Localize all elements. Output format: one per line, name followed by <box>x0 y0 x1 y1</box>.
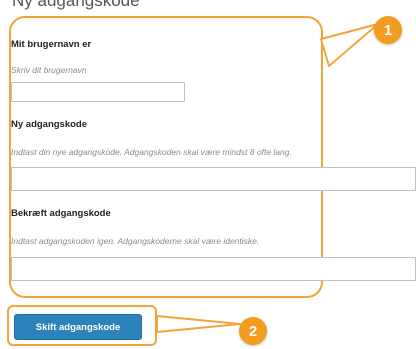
confirm-password-hint: Indtast adgangskoden igen. Adgangskodern… <box>11 236 260 246</box>
username-label: Mit brugernavn er <box>11 39 92 50</box>
callout-badge-2: 2 <box>239 317 267 345</box>
username-placeholder-text: Skriv dit brugernavn <box>11 65 87 75</box>
page-title: Ny adgangskode <box>12 0 140 10</box>
change-password-button[interactable]: Skift adgangskode <box>14 314 142 340</box>
new-password-hint: Indtast din nye adgangskode. Adgangskode… <box>11 147 292 157</box>
callout-2-pointer <box>156 315 241 333</box>
confirm-password-label: Bekræft adgangskode <box>11 208 111 219</box>
callout-badge-1: 1 <box>374 16 402 44</box>
new-password-input[interactable] <box>11 167 416 191</box>
form-highlight-frame <box>9 16 323 298</box>
callout-1-pointer <box>320 23 379 67</box>
new-password-label: Ny adgangskode <box>11 119 88 130</box>
confirm-password-input[interactable] <box>11 257 416 281</box>
username-input[interactable] <box>11 82 185 102</box>
